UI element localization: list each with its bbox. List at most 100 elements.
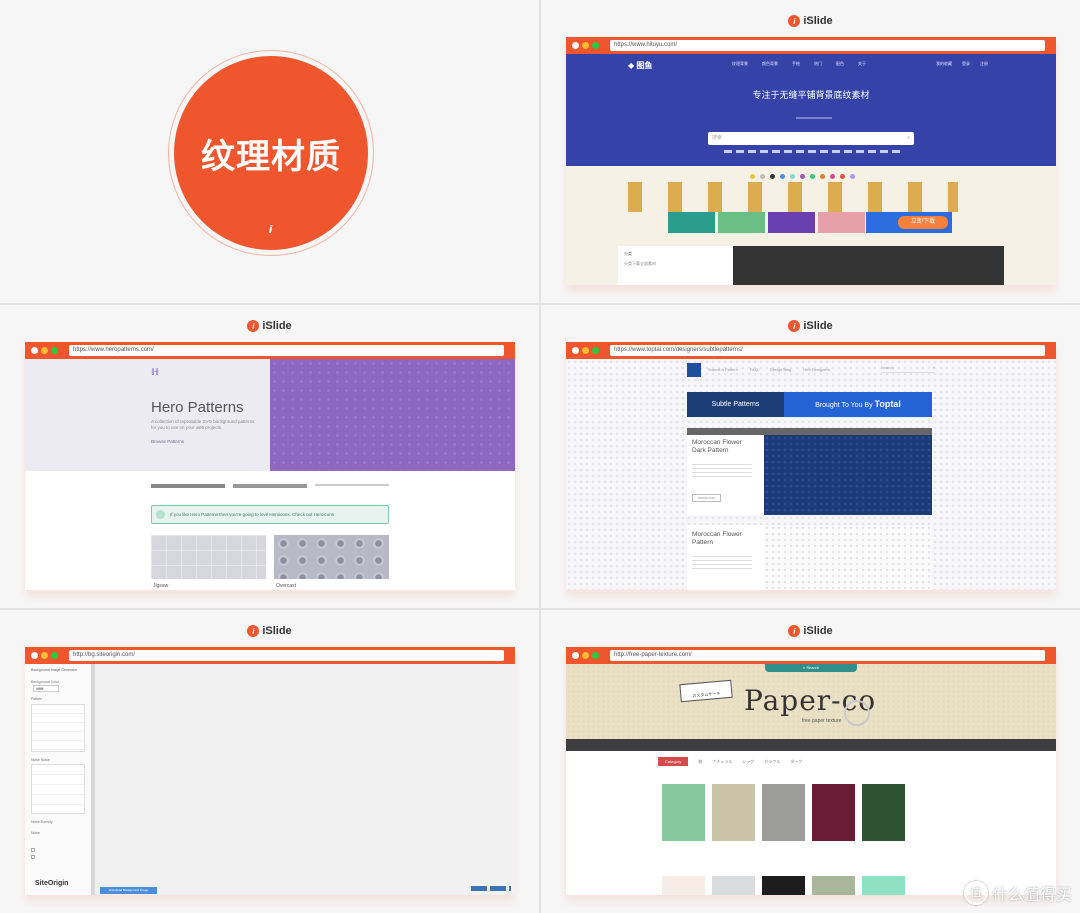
paper-texture-card[interactable] xyxy=(862,876,905,895)
background-slider[interactable] xyxy=(315,484,389,486)
list-subtitle: 分类下载全部素材 xyxy=(624,261,656,266)
paper-texture-card[interactable] xyxy=(862,784,905,841)
pattern-title[interactable]: Moroccan Flower Dark Pattern xyxy=(692,439,754,455)
close-dot-icon[interactable] xyxy=(31,347,38,354)
paper-texture-card[interactable] xyxy=(712,876,755,895)
color-dot[interactable] xyxy=(820,174,825,179)
sidebar-title: Background Image Generator xyxy=(31,668,78,672)
paper-texture-card[interactable] xyxy=(812,784,855,841)
browse-patterns-link[interactable]: Browse Patterns xyxy=(151,439,184,444)
close-dot-icon[interactable] xyxy=(572,652,579,659)
nav-item[interactable]: 注册 xyxy=(980,61,988,67)
address-bar[interactable]: https://www.hituyu.com/ xyxy=(610,40,1045,51)
pattern-title[interactable]: Moroccan Flower Pattern xyxy=(692,531,754,547)
color-dot[interactable] xyxy=(750,174,755,179)
color-dot[interactable] xyxy=(840,174,845,179)
minimize-dot-icon[interactable] xyxy=(41,652,48,659)
checkbox[interactable] xyxy=(31,848,35,852)
color-dot[interactable] xyxy=(850,174,855,179)
category-item[interactable]: ナチュラル xyxy=(712,759,732,765)
paper-texture-card[interactable] xyxy=(762,784,805,841)
download-button[interactable]: 立即下载 xyxy=(898,216,948,229)
nav-item[interactable]: 颜色背景 xyxy=(762,61,778,67)
nav-item[interactable]: 关于 xyxy=(858,61,866,67)
category-item[interactable]: シック xyxy=(742,759,754,765)
paper-texture-card[interactable] xyxy=(762,876,805,895)
noise-list[interactable] xyxy=(31,764,85,814)
hero-title: Hero Patterns xyxy=(151,399,244,416)
heroicons-banner[interactable]: If you like Hero Patterns then you're go… xyxy=(151,505,389,524)
color-dot[interactable] xyxy=(790,174,795,179)
paper-texture-card[interactable] xyxy=(812,876,855,895)
site-logo-icon[interactable] xyxy=(687,363,701,377)
field-label: Noise Noise xyxy=(31,758,50,762)
color-dot[interactable] xyxy=(810,174,815,179)
nav-item[interactable]: FAQ xyxy=(750,367,758,372)
share-buttons[interactable] xyxy=(471,886,511,891)
checkbox[interactable] xyxy=(31,855,35,859)
search-icon[interactable]: ⌕ xyxy=(933,365,935,370)
site-logo[interactable]: ◆ 图鱼 xyxy=(628,60,652,71)
maximize-dot-icon[interactable] xyxy=(592,652,599,659)
color-dot[interactable] xyxy=(780,174,785,179)
category-item[interactable]: ダーク xyxy=(790,759,802,765)
minimize-dot-icon[interactable] xyxy=(582,347,589,354)
address-bar[interactable]: http://free-paper-texture.com/ xyxy=(610,650,1045,661)
pattern-toolbar xyxy=(687,428,932,435)
address-bar[interactable]: https://www.toptal.com/designers/subtlep… xyxy=(610,345,1045,356)
nav-item[interactable]: Hire Designers xyxy=(803,367,829,372)
pattern-list[interactable] xyxy=(31,704,85,752)
address-bar[interactable]: https://www.heropatterns.com/ xyxy=(69,345,504,356)
download-button[interactable]: DOWNLOAD xyxy=(692,494,721,502)
maximize-dot-icon[interactable] xyxy=(592,347,599,354)
close-dot-icon[interactable] xyxy=(572,42,579,49)
category-item[interactable]: カラフル xyxy=(764,759,780,765)
pattern-card-overcast[interactable] xyxy=(274,535,389,579)
download-button[interactable]: Download Background Image xyxy=(100,887,157,894)
close-dot-icon[interactable] xyxy=(31,652,38,659)
custom-search-stamp[interactable]: カスタムサーチ xyxy=(679,679,733,703)
thumbnail[interactable] xyxy=(718,212,765,233)
toptal-logo[interactable]: Toptal xyxy=(875,399,901,409)
pattern-card-jigsaw[interactable] xyxy=(151,535,266,579)
nav-item[interactable]: 我的收藏 xyxy=(936,61,952,67)
download-promo[interactable]: 立即下载 xyxy=(866,212,952,233)
foreground-slider[interactable] xyxy=(151,484,225,488)
field-label: Background Color xyxy=(31,680,60,684)
nav-item[interactable]: Design Blog xyxy=(770,367,792,372)
nav-item[interactable]: 登录 xyxy=(962,61,970,67)
search-icon[interactable]: ⌕ xyxy=(907,132,910,145)
nav-item[interactable]: 纹理背景 xyxy=(732,61,748,67)
color-input[interactable]: #ffffff xyxy=(33,685,59,692)
maximize-dot-icon[interactable] xyxy=(51,347,58,354)
maximize-dot-icon[interactable] xyxy=(51,652,58,659)
paper-texture-card[interactable] xyxy=(662,876,705,895)
watermark-icon: 值 xyxy=(963,881,988,905)
category-bar: Category 和 ナチュラル シック カラフル ダーク xyxy=(658,757,802,766)
nav-item[interactable]: 手绘 xyxy=(792,61,800,67)
opacity-slider[interactable] xyxy=(233,484,307,488)
color-dot[interactable] xyxy=(770,174,775,179)
siteorigin-logo[interactable]: SiteOrigin xyxy=(35,880,68,887)
paper-texture-card[interactable] xyxy=(662,784,705,841)
nav-item[interactable]: 热门 xyxy=(814,61,822,67)
search-tab[interactable]: ⌕ Search xyxy=(765,664,857,672)
address-bar[interactable]: http://bg.siteorigin.com/ xyxy=(69,650,504,661)
nav-item[interactable]: 配色 xyxy=(836,61,844,67)
search-input[interactable]: Search ⌕ xyxy=(881,365,935,373)
nav-item[interactable]: Submit a Pattern xyxy=(708,367,738,372)
color-dot[interactable] xyxy=(800,174,805,179)
close-dot-icon[interactable] xyxy=(572,347,579,354)
thumbnail[interactable] xyxy=(818,212,865,233)
minimize-dot-icon[interactable] xyxy=(582,42,589,49)
category-item[interactable]: 和 xyxy=(698,759,702,765)
search-input[interactable]: 搜索 ⌕ xyxy=(708,132,914,145)
thumbnail[interactable] xyxy=(668,212,715,233)
paper-texture-card[interactable] xyxy=(712,784,755,841)
color-dot[interactable] xyxy=(830,174,835,179)
minimize-dot-icon[interactable] xyxy=(582,652,589,659)
minimize-dot-icon[interactable] xyxy=(41,347,48,354)
color-dot[interactable] xyxy=(760,174,765,179)
maximize-dot-icon[interactable] xyxy=(592,42,599,49)
thumbnail[interactable] xyxy=(768,212,815,233)
